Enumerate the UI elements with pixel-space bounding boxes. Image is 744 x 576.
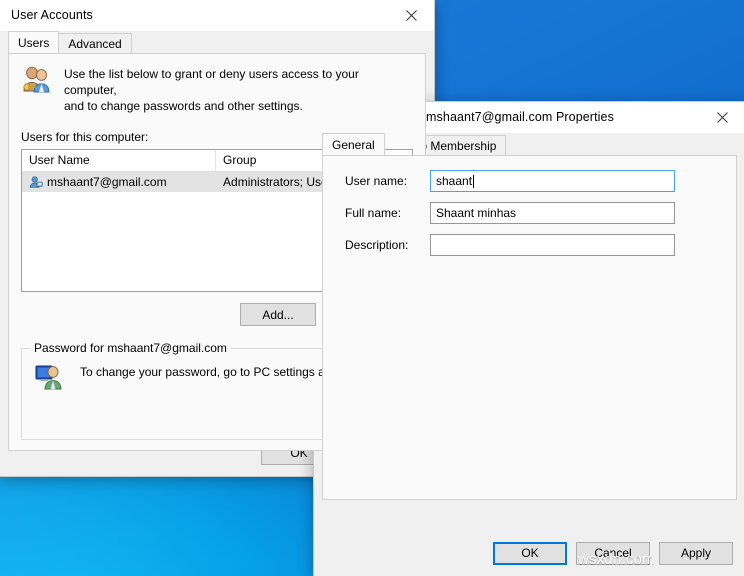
users-intro-line1: Use the list below to grant or deny user… [64,67,359,97]
description-label: Description: [345,238,409,252]
user-name-label: User name: [345,174,408,188]
properties-cancel-button-label: Cancel [594,546,632,560]
user-accounts-title: User Accounts [11,8,93,22]
user-name-input[interactable]: shaant [430,170,675,192]
tab-advanced-label: Advanced [68,36,122,51]
properties-ok-button[interactable]: OK [493,541,567,565]
add-button-label: Add... [262,307,294,322]
account-properties-dialog: MicrosoftAccount\mshaant7@gmail.com Prop… [313,101,744,576]
close-icon[interactable] [389,0,434,30]
password-groupbox-title: Password for mshaant7@gmail.com [30,341,231,355]
properties-apply-button[interactable]: Apply [659,541,733,565]
description-input[interactable] [430,234,675,256]
close-icon[interactable] [700,102,744,132]
password-user-icon [35,365,62,390]
text-caret [473,174,475,188]
cell-user-name-text: mshaant7@gmail.com [47,175,167,189]
user-account-icon [29,176,43,188]
full-name-input[interactable]: Shaant minhas [430,202,675,224]
full-name-value: Shaant minhas [436,206,517,220]
users-intro-text: Use the list below to grant or deny user… [64,64,413,114]
properties-apply-button-label: Apply [680,546,712,560]
add-button[interactable]: Add... [240,303,316,326]
users-group-icon [23,66,50,93]
general-tab-page: User name: shaant Full name: Shaant minh… [322,155,737,500]
properties-footer: OK Cancel Apply [314,529,744,576]
screen: User Accounts Users Advanced Use the lis… [0,0,744,576]
user-accounts-tabstrip: Users Advanced [0,31,434,53]
full-name-row: Full name: Shaant minhas [323,202,736,224]
tab-general-label: General [332,137,375,152]
tab-general[interactable]: General [322,133,385,155]
user-name-row: User name: shaant [323,170,736,192]
tab-advanced[interactable]: Advanced [58,33,132,53]
user-name-value: shaant [436,174,473,188]
column-header-user-name[interactable]: User Name [22,150,217,171]
properties-tabstrip: General Group Membership [314,133,744,155]
tab-users[interactable]: Users [8,31,60,53]
user-accounts-titlebar: User Accounts [0,0,434,31]
full-name-label: Full name: [345,206,402,220]
properties-cancel-button[interactable]: Cancel [576,541,650,565]
password-info-text: To change your password, go to PC settin… [80,365,332,379]
users-intro: Use the list below to grant or deny user… [21,64,413,114]
users-intro-line2: and to change passwords and other settin… [64,99,303,113]
tab-users-label: Users [18,35,50,50]
properties-ok-button-label: OK [521,546,539,560]
description-row: Description: [323,234,736,256]
cell-user-name: mshaant7@gmail.com [22,175,216,189]
